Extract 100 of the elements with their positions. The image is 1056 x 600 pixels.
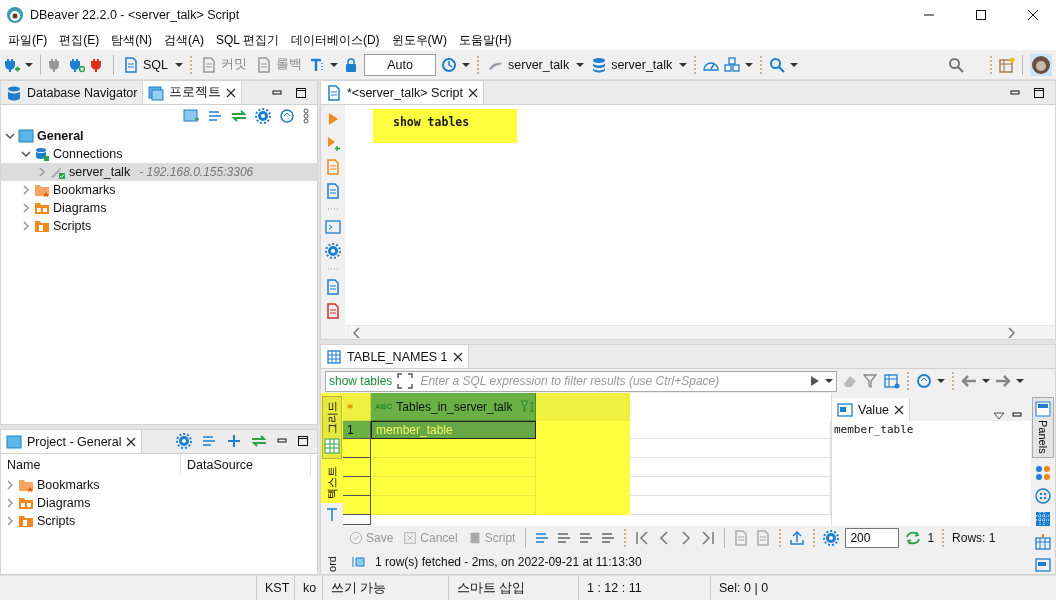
back-icon[interactable] — [961, 373, 977, 389]
tree-item[interactable]: Diagrams — [1, 494, 317, 512]
collapse-icon[interactable] — [201, 433, 217, 449]
avatar-icon[interactable] — [1030, 53, 1052, 76]
link-icon[interactable] — [231, 108, 247, 124]
filter-icon[interactable] — [863, 373, 879, 389]
menu-item[interactable]: 파일(F) — [2, 30, 54, 50]
link-icon[interactable] — [251, 433, 267, 449]
caret-down-icon[interactable] — [790, 60, 799, 69]
caret-down-icon[interactable] — [175, 60, 183, 69]
lock-icon[interactable] — [343, 56, 359, 73]
circle-grid-icon[interactable] — [1035, 487, 1051, 504]
script-icon[interactable] — [123, 56, 139, 73]
text-icon[interactable] — [324, 507, 340, 523]
close-icon[interactable] — [452, 351, 463, 362]
first-page-icon[interactable] — [634, 529, 651, 546]
caret-down-icon[interactable] — [825, 377, 833, 385]
settings-icon[interactable] — [176, 433, 192, 449]
caret-down-icon[interactable] — [679, 60, 688, 69]
fetch-size-field[interactable]: 200 — [845, 527, 900, 548]
last-page-icon[interactable] — [700, 529, 717, 546]
tree-item[interactable]: Diagrams — [1, 199, 317, 217]
transaction-mode-icon[interactable] — [309, 56, 325, 73]
more-icon[interactable] — [303, 108, 309, 124]
perspective-icon[interactable] — [999, 56, 1015, 73]
explain-plan-icon[interactable] — [325, 183, 341, 199]
play-icon[interactable] — [810, 375, 820, 387]
tree-item[interactable]: Scripts — [1, 217, 317, 235]
settings-icon[interactable] — [325, 243, 341, 259]
column-header[interactable]: Name — [1, 454, 181, 476]
maximize-icon[interactable] — [976, 10, 986, 20]
menu-item[interactable]: 도움말(H) — [452, 30, 518, 50]
forward-icon[interactable] — [995, 373, 1011, 389]
chevron-right-icon[interactable] — [37, 167, 47, 177]
maximize-icon[interactable] — [295, 87, 307, 99]
document-icon[interactable] — [325, 303, 341, 319]
script-icon[interactable] — [326, 84, 342, 101]
caret-down-icon[interactable] — [1016, 377, 1024, 385]
export-icon[interactable] — [325, 279, 341, 295]
caret-down-icon[interactable] — [25, 60, 33, 69]
close-icon[interactable] — [1028, 10, 1038, 20]
history-icon[interactable] — [441, 56, 457, 73]
rollback-icon[interactable] — [256, 56, 272, 73]
panel-tab[interactable]: Value — [832, 398, 911, 421]
transaction-mode-field[interactable]: Auto — [364, 53, 436, 76]
caret-down-icon[interactable] — [462, 60, 470, 69]
reconnect-icon[interactable] — [69, 56, 85, 73]
tree-item[interactable]: Connections — [1, 145, 317, 163]
close-icon[interactable] — [226, 87, 237, 98]
menu-item[interactable]: 탐색(N) — [105, 30, 158, 50]
view-tab[interactable]: 그리드 — [322, 396, 342, 459]
tree-item[interactable]: General — [1, 127, 317, 145]
new-folder-icon[interactable] — [183, 108, 199, 124]
panel-tab[interactable]: 프로젝트 — [143, 81, 243, 104]
caret-down-icon[interactable] — [745, 60, 754, 69]
view-tab[interactable]: ord — [326, 556, 338, 572]
close-icon[interactable] — [468, 87, 479, 98]
dropdown-icon[interactable] — [993, 411, 1005, 421]
editor-tab[interactable]: *<server_talk> Script — [321, 81, 485, 104]
calendar-icon[interactable] — [1035, 533, 1051, 550]
caret-down-icon[interactable] — [330, 60, 338, 69]
collapse-icon[interactable] — [207, 108, 223, 124]
table-settings-icon[interactable] — [884, 373, 900, 389]
chevron-right-icon[interactable] — [21, 185, 31, 195]
tree-item[interactable]: server_talk - 192.168.0.155:3306 — [1, 163, 317, 181]
caret-down-icon[interactable] — [982, 377, 990, 385]
run-script-icon[interactable] — [325, 159, 341, 175]
refresh-icon[interactable] — [916, 373, 932, 389]
sync-icon[interactable] — [279, 108, 295, 124]
settings-icon[interactable] — [255, 108, 271, 124]
close-icon[interactable] — [126, 436, 137, 447]
panel-icon[interactable] — [1035, 556, 1051, 573]
run-step-icon[interactable] — [325, 135, 341, 151]
settings-icon[interactable] — [823, 529, 840, 546]
refresh-icon[interactable] — [905, 529, 922, 546]
sql-editor-button[interactable]: SQL — [121, 52, 170, 77]
column-header[interactable]: ABC Tables_in_server_talk — [371, 393, 536, 421]
commit-icon[interactable] — [201, 56, 217, 73]
result-tab[interactable]: TABLE_NAMES 1 — [321, 345, 469, 368]
upload-icon[interactable] — [789, 529, 806, 546]
chevron-right-icon[interactable] — [21, 221, 31, 231]
menu-item[interactable]: 편집(E) — [53, 30, 106, 50]
column-header[interactable]: DataSource — [181, 454, 311, 476]
menu-item[interactable]: SQL 편집기 — [210, 30, 285, 50]
new-connection-icon[interactable] — [4, 56, 20, 73]
caret-down-icon[interactable] — [937, 377, 945, 385]
search-icon[interactable] — [769, 56, 786, 73]
view-tab[interactable]: 텍스트 — [322, 462, 342, 503]
chevron-right-icon[interactable] — [21, 203, 31, 213]
grouping-icon[interactable] — [1035, 464, 1051, 481]
panels-tab[interactable]: Panels — [1032, 397, 1054, 458]
filter-field[interactable]: show tables Enter a SQL expression to filter results (use Ctrl+Space) — [325, 370, 837, 392]
menu-item[interactable]: 윈도우(W) — [385, 30, 453, 50]
chevron-down-icon[interactable] — [5, 131, 15, 141]
caret-down-icon[interactable] — [576, 60, 585, 69]
search-icon[interactable] — [948, 56, 964, 73]
pattern-icon[interactable] — [1035, 510, 1051, 527]
maximize-icon[interactable] — [1033, 87, 1045, 99]
tree-item[interactable]: Bookmarks — [1, 181, 317, 199]
tree-item[interactable]: Bookmarks — [1, 476, 317, 494]
